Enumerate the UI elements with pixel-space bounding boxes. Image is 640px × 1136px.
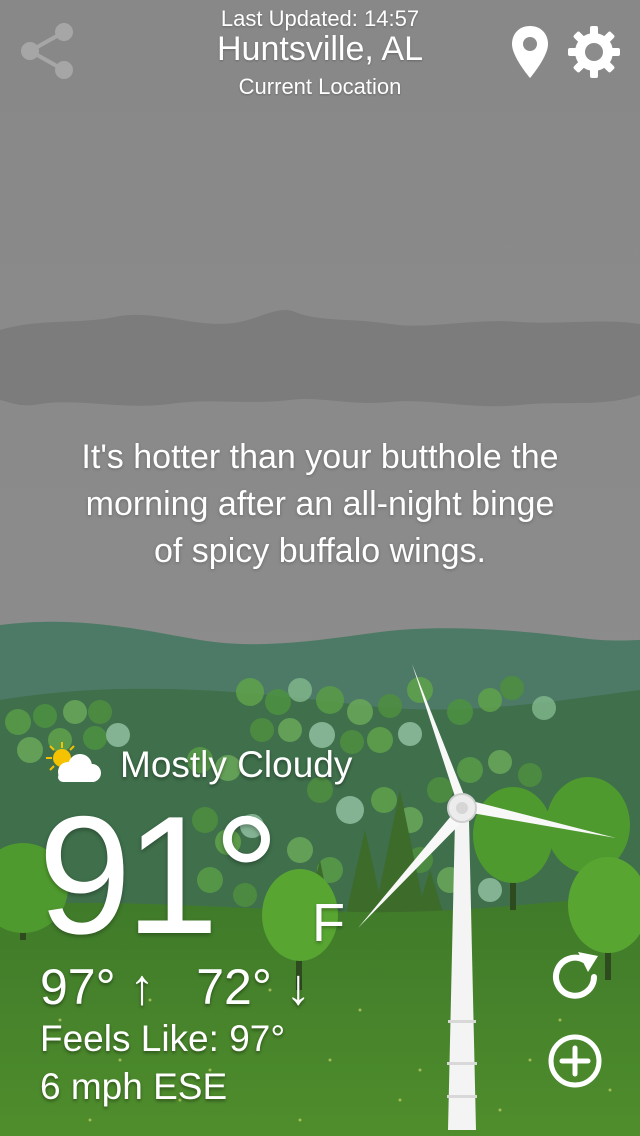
- condition-text: Mostly Cloudy: [120, 744, 353, 785]
- refresh-icon[interactable]: [546, 948, 604, 1006]
- low-temp: 72°: [196, 959, 272, 1015]
- gear-icon[interactable]: [566, 24, 622, 80]
- quip-line-1: It's hotter than your butthole the: [81, 438, 559, 476]
- wind-text: 6 mph ESE: [40, 1066, 228, 1107]
- weather-quip: It's hotter than your butthole the morni…: [30, 434, 610, 575]
- high-temp: 97°: [40, 959, 116, 1015]
- partly-cloudy-icon: [40, 740, 102, 786]
- location-label: Current Location: [238, 74, 402, 99]
- last-updated-text: Last Updated: 14:57: [220, 6, 420, 31]
- down-arrow-icon: ↓: [285, 959, 311, 1015]
- feels-like-text: Feels Like: 97°: [40, 1018, 286, 1059]
- quip-line-2: morning after an all-night binge: [85, 485, 555, 523]
- location-pin-icon[interactable]: [508, 24, 552, 80]
- share-icon[interactable]: [18, 22, 76, 80]
- cloud-band: [0, 309, 640, 407]
- current-temperature: 91°: [38, 781, 280, 969]
- high-low-temps: 97° ↑ 72° ↓: [40, 958, 311, 1016]
- quip-line-3: of spicy buffalo wings.: [154, 532, 486, 570]
- up-arrow-icon: ↑: [129, 959, 155, 1015]
- add-circle-icon[interactable]: [546, 1032, 604, 1090]
- temperature-unit[interactable]: F: [312, 892, 345, 954]
- city-title[interactable]: Huntsville, AL: [120, 30, 520, 69]
